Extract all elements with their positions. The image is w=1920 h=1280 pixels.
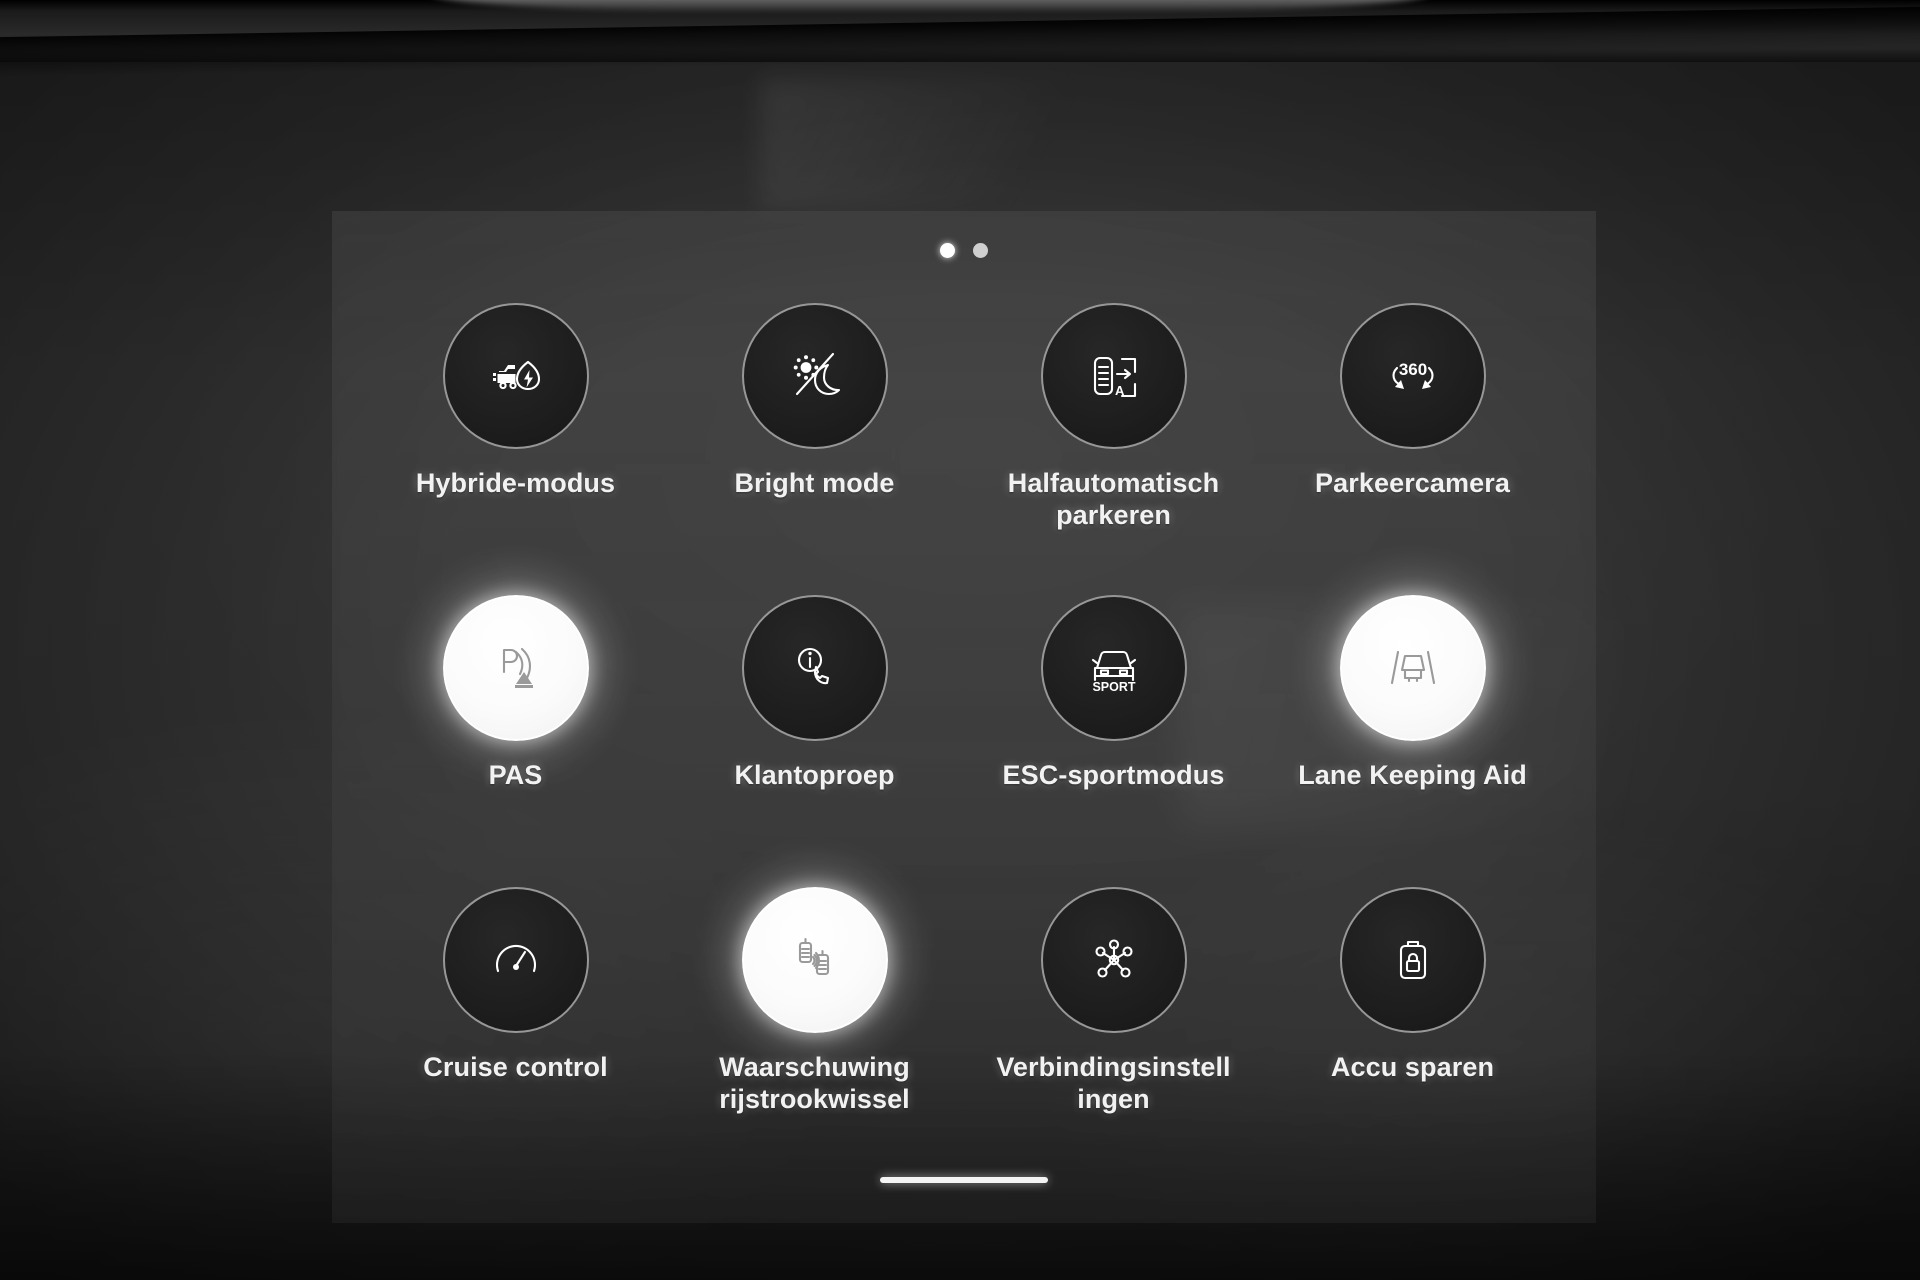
quick-control-label: Waarschuwing rijstrookwissel <box>719 1052 910 1114</box>
lane-keeping-aid-button[interactable] <box>1339 595 1486 741</box>
page-indicator[interactable] <box>332 243 1596 258</box>
quick-control-accu-sparen[interactable]: Accu sparen <box>1263 863 1562 1155</box>
infotainment-screen-photo: Hybride-modus Bright mode A Halfautomati… <box>0 0 1920 1280</box>
pas-button[interactable] <box>442 595 589 741</box>
quick-control-label: Accu sparen <box>1330 1052 1495 1082</box>
battery-lock-icon <box>1381 928 1445 992</box>
quick-control-label: ESC-sportmodus <box>1002 760 1225 790</box>
svg-text:SPORT: SPORT <box>1092 680 1135 694</box>
quick-control-lane-keeping-aid[interactable]: Lane Keeping Aid <box>1263 571 1562 863</box>
hybride-modus-button[interactable] <box>442 303 589 449</box>
info-phone-call-icon <box>783 636 847 700</box>
quick-control-hybride-modus[interactable]: Hybride-modus <box>366 279 665 571</box>
speedometer-icon <box>484 928 548 992</box>
cruise-control-button[interactable] <box>442 887 589 1033</box>
sun-moon-icon <box>783 344 847 408</box>
quick-control-cruise-control[interactable]: Cruise control <box>366 863 665 1155</box>
bright-mode-button[interactable] <box>741 303 888 449</box>
svg-text:360: 360 <box>1398 360 1426 379</box>
svg-text:A: A <box>1115 383 1125 398</box>
glare-reflection-upper <box>760 78 1160 208</box>
accu-sparen-button[interactable] <box>1339 887 1486 1033</box>
quick-control-label: Bright mode <box>734 468 895 498</box>
quick-control-klantoproep[interactable]: Klantoproep <box>665 571 964 863</box>
waarschuwing-rijstrookwissel-button[interactable] <box>741 887 888 1033</box>
network-hub-icon <box>1082 928 1146 992</box>
quick-control-label: Halfautomatisch parkeren <box>1007 468 1220 530</box>
page-dot-2[interactable] <box>973 243 988 258</box>
quick-control-halfautomatisch-parkeren[interactable]: A Halfautomatisch parkeren <box>964 279 1263 571</box>
quick-control-waarschuwing-rijstrookwissel[interactable]: Waarschuwing rijstrookwissel <box>665 863 964 1155</box>
quick-control-label: Klantoproep <box>734 760 895 790</box>
car-sport-icon: SPORT <box>1082 636 1146 700</box>
quick-control-parkeercamera[interactable]: 360 Parkeercamera <box>1263 279 1562 571</box>
lane-change-warning-icon <box>783 928 847 992</box>
dashboard-bezel-top <box>0 0 1920 78</box>
park-assist-sensor-icon <box>484 636 548 700</box>
quick-controls-grid: Hybride-modus Bright mode A Halfautomati… <box>332 279 1596 1155</box>
home-indicator-bar[interactable] <box>880 1177 1048 1183</box>
camera-360-icon: 360 <box>1381 344 1445 408</box>
quick-controls-panel: Hybride-modus Bright mode A Halfautomati… <box>332 211 1596 1223</box>
quick-control-pas[interactable]: PAS <box>366 571 665 863</box>
parkeercamera-button[interactable]: 360 <box>1339 303 1486 449</box>
quick-control-esc-sportmodus[interactable]: SPORT ESC-sportmodus <box>964 571 1263 863</box>
quick-control-label: Parkeercamera <box>1315 468 1510 498</box>
page-dot-1[interactable] <box>940 243 955 258</box>
esc-sportmodus-button[interactable]: SPORT <box>1040 595 1187 741</box>
klantoproep-button[interactable] <box>741 595 888 741</box>
quick-control-label: Lane Keeping Aid <box>1298 760 1527 790</box>
display-glass: Hybride-modus Bright mode A Halfautomati… <box>0 48 1920 1280</box>
halfautomatisch-parkeren-button[interactable]: A <box>1040 303 1187 449</box>
quick-control-verbindingsinstellingen[interactable]: Verbindingsinstellingen <box>964 863 1263 1155</box>
verbindingsinstellingen-button[interactable] <box>1040 887 1187 1033</box>
lane-keeping-icon <box>1381 636 1445 700</box>
bezel-highlight <box>430 0 1430 10</box>
semi-auto-park-icon: A <box>1082 344 1146 408</box>
quick-control-label: PAS <box>488 760 543 790</box>
quick-control-label: Hybride-modus <box>415 468 616 498</box>
quick-control-label: Cruise control <box>423 1052 608 1082</box>
hybrid-car-leaf-icon <box>484 344 548 408</box>
quick-control-label: Verbindingsinstellingen <box>996 1052 1231 1114</box>
quick-control-bright-mode[interactable]: Bright mode <box>665 279 964 571</box>
